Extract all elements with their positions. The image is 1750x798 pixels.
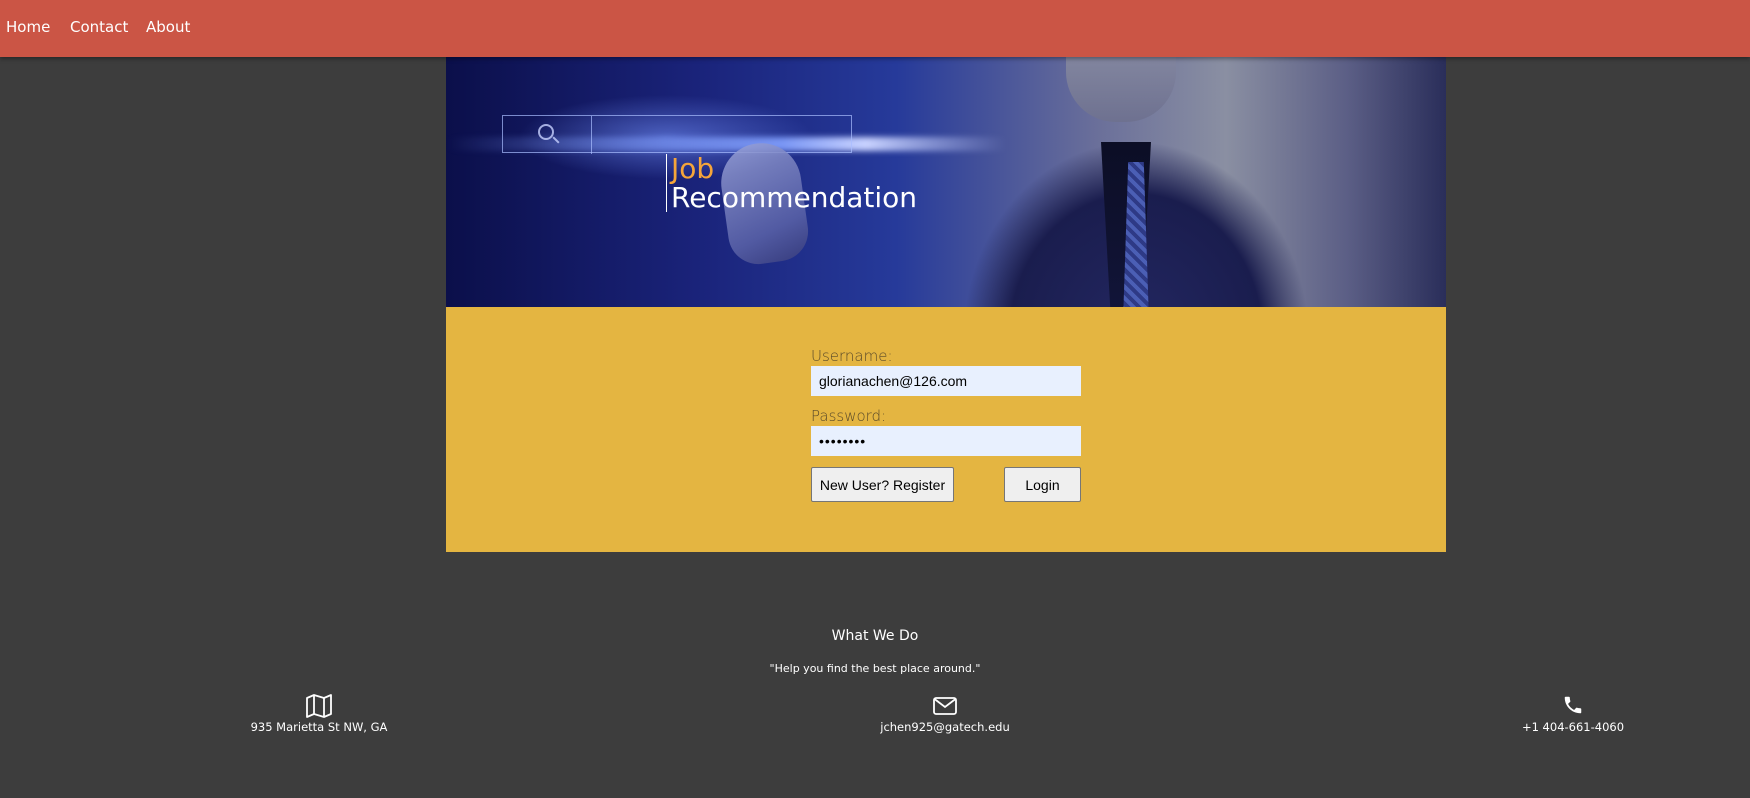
phone-icon [1443,694,1703,718]
map-icon [189,694,449,718]
phone-text[interactable]: +1 404-661-4060 [1443,720,1703,734]
nav-home-link[interactable]: Home [6,18,50,36]
footer-title: What We Do [831,628,919,644]
password-field[interactable] [811,426,1081,456]
register-button[interactable]: New User? Register [811,467,954,502]
login-button[interactable]: Login [1004,467,1081,502]
envelope-icon [815,694,1075,718]
username-label: Username: [811,347,893,365]
search-icon [538,124,554,140]
nav-about-link[interactable]: About [146,18,190,36]
top-nav: Home Contact About [0,0,1750,57]
hero-title-job: Job [671,152,715,185]
hero-title-recommendation: Recommendation [671,181,918,214]
login-panel: Username: Password: New User? Register L… [446,307,1446,552]
hero-title: Job Recommendation [666,154,917,212]
nav-contact-link[interactable]: Contact [70,18,128,36]
hero-banner: Job Recommendation [446,57,1446,307]
footer-phone: +1 404-661-4060 [1443,694,1703,734]
hero-search-graphic [502,115,852,154]
address-text: 935 Marietta St NW, GA [250,720,388,734]
username-field[interactable] [811,366,1081,396]
email-text[interactable]: jchen925@gatech.edu [815,720,1075,734]
password-label: Password: [811,407,887,425]
footer-address: 935 Marietta St NW, GA [189,694,449,734]
footer-quote: "Help you find the best place around." [769,662,981,675]
footer-email: jchen925@gatech.edu [815,694,1075,734]
